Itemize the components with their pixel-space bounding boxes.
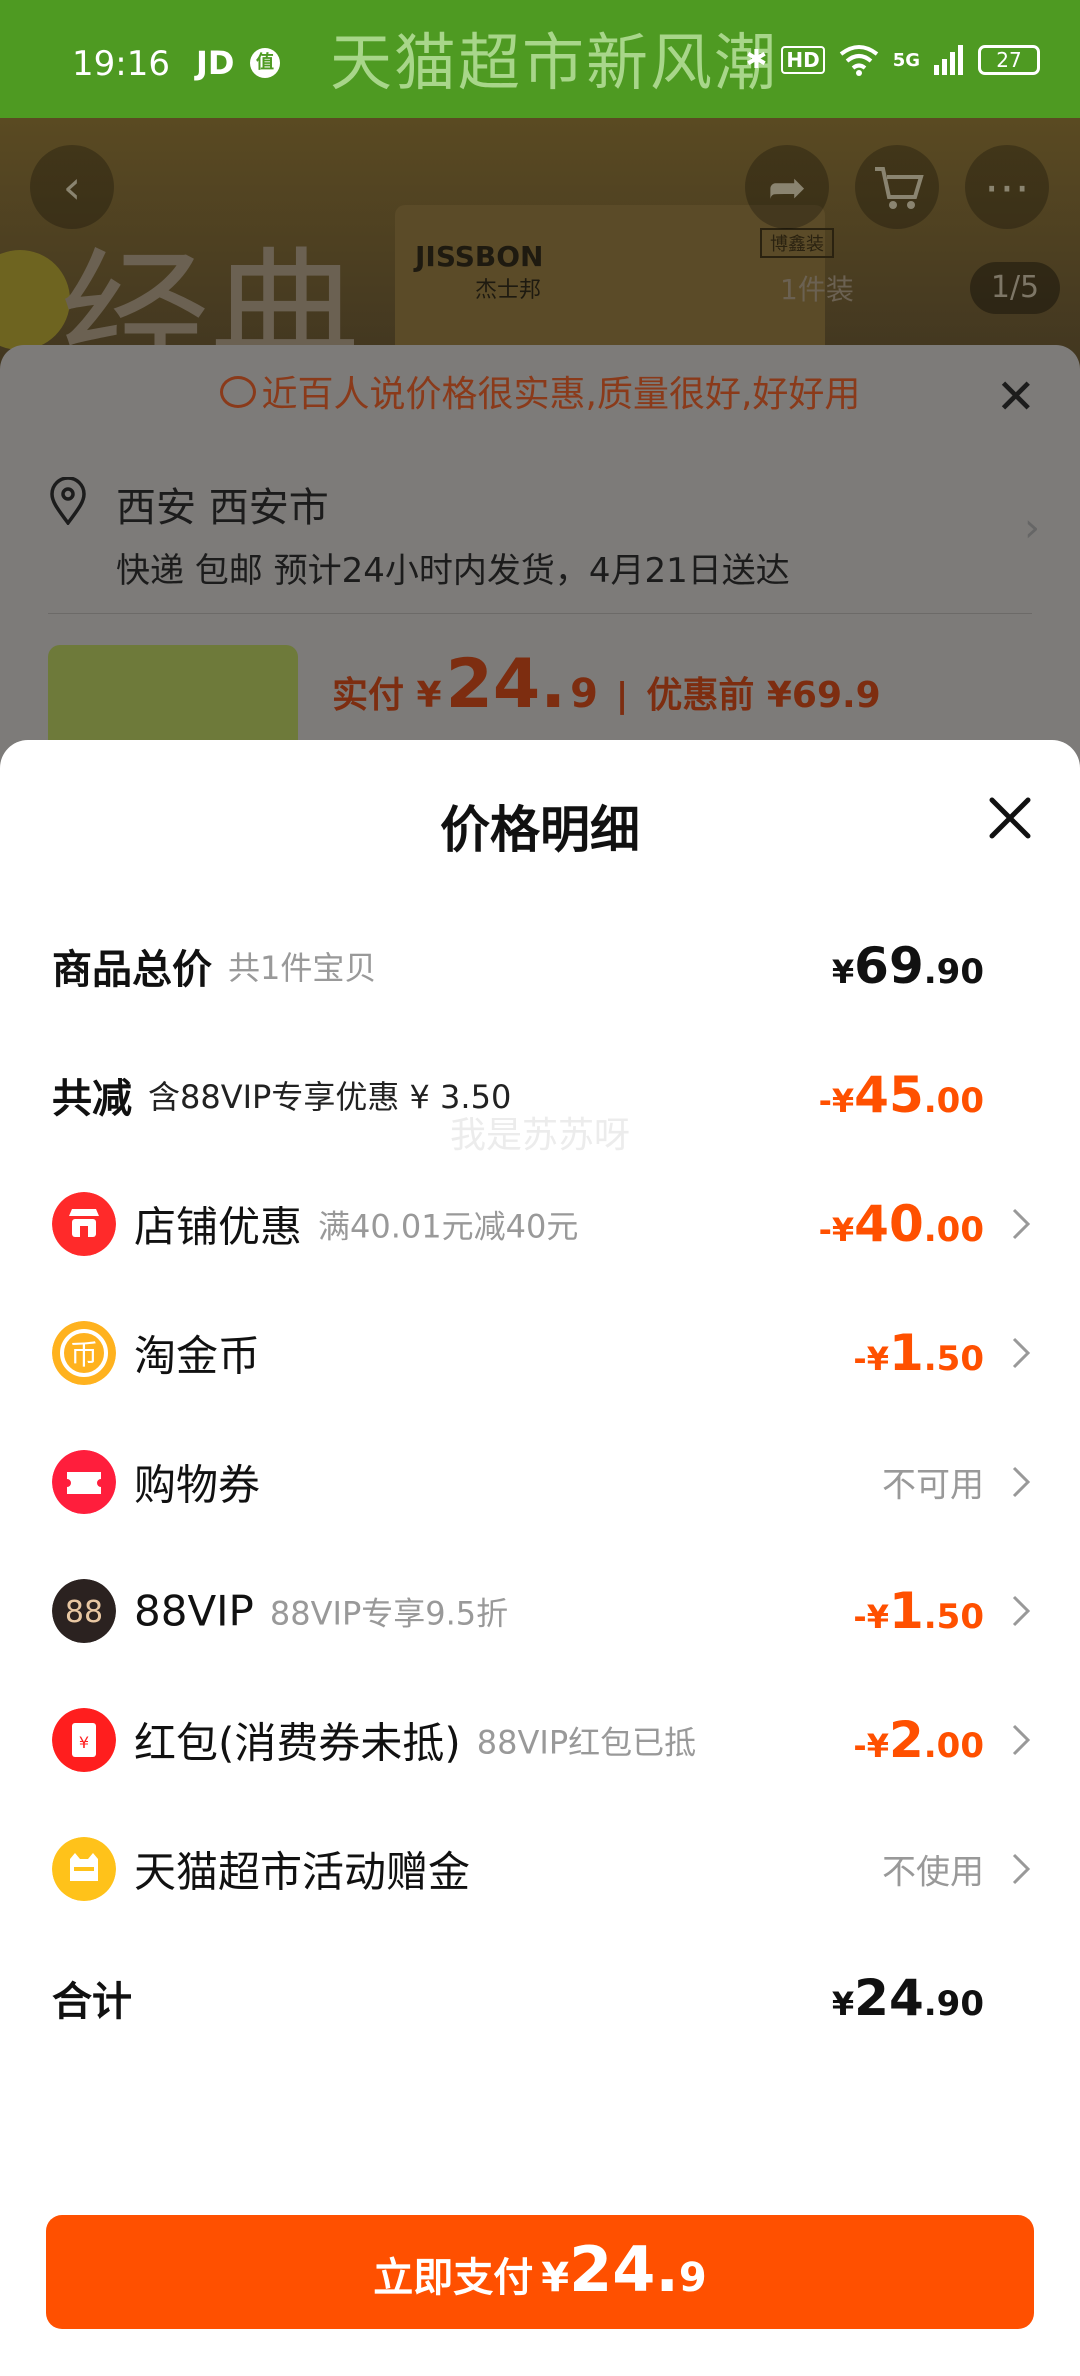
pay-label: 实付 ¥ [332,675,442,716]
cart-icon[interactable] [855,145,939,229]
divider [48,613,1032,614]
pack-badge: 博鑫装 [760,228,834,258]
signal-bars-icon [934,45,963,75]
pay-summary: 实付 ¥ 24. 9 | 优惠前 ¥69.9 [332,645,881,724]
status-time: 19:16 [72,44,170,84]
more-icon[interactable]: ⋯ [965,145,1049,229]
notice-text: 近百人说价格很实惠,质量很好,好好用 [261,374,861,415]
reduction-label: 共减 [52,1076,132,1122]
vip-row[interactable]: 88 88VIP 88VIP专享9.5折 -¥ 1.50 [0,1561,1080,1661]
pay-button-decimal: 9 [678,2255,707,2301]
coin-glyph: 币 [70,1338,98,1371]
hd-icon: HD [781,46,825,74]
tmall-bonus-status: 不使用 [882,1852,984,1893]
bluetooth-icon: ✱ [745,45,768,75]
store-discount-label: 店铺优惠 [134,1202,303,1252]
jd-notification-icon: JD [196,44,235,82]
sum-row: 合计 ¥24.90 [0,1948,1080,2048]
review-notice: 近百人说价格很实惠,质量很好,好好用 [0,345,1080,445]
vip-icon: 88 [52,1579,116,1643]
sheet-close-button[interactable]: ✕ [996,369,1036,425]
brand-logo: JISSBON [415,240,544,273]
item-count: 共1件宝贝 [228,949,377,987]
battery-icon: 27 [978,45,1040,75]
brand-name: 杰士邦 [475,278,542,303]
back-icon[interactable]: ‹ [30,145,114,229]
total-price-row: 商品总价 共1件宝贝 ¥69.90 [0,916,1080,1016]
shopping-voucher-label: 购物券 [134,1460,261,1510]
status-indicators: ✱ HD 5G 27 [746,44,1040,76]
pay-button-currency: ¥ [541,2255,570,2301]
wifi-icon [839,45,878,76]
reduction-row: 共减 含88VIP专享优惠 ¥ 3.50 -¥ 45.00 [0,1045,1080,1145]
close-icon[interactable] [984,792,1036,844]
chevron-right-icon [1012,1466,1031,1498]
vip-label: 88VIP [134,1586,254,1636]
before-discount-price: 优惠前 ¥69.9 [646,675,881,716]
tmall-bonus-row[interactable]: 天猫超市活动赠金 不使用 [0,1819,1080,1919]
chevron-right-icon [1012,1208,1031,1240]
sum-amount: ¥24.90 [831,1969,984,2027]
signal-5g-icon: 5G [892,49,920,71]
pay-now-button[interactable]: 立即支付 ¥ 24. 9 [46,2215,1034,2329]
voucher-icon [52,1450,116,1514]
location-chevron-icon[interactable]: › [1024,505,1040,551]
red-packet-icon: ¥ [52,1708,116,1772]
store-discount-amount: -¥ 40.00 [818,1195,984,1253]
shipping-info: 快递 包邮 预计24小时内发货，4月21日送达 [116,551,790,591]
vip-discount-note: 含88VIP专享优惠 ¥ 3.50 [148,1078,512,1116]
price-detail-modal: 价格明细 我是苏苏呀 商品总价 共1件宝贝 ¥69.90 共减 含88VIP专享… [0,740,1080,2376]
chevron-right-icon [1012,1595,1031,1627]
vip-amount: -¥ 1.50 [853,1582,984,1640]
pack-label: 1件装 [780,273,854,306]
share-icon[interactable]: ➦ [745,145,829,229]
tmall-bonus-label: 天猫超市活动赠金 [134,1847,471,1897]
chevron-right-icon [1012,1853,1031,1885]
store-discount-row[interactable]: 店铺优惠 满40.01元减40元 -¥ 40.00 [0,1174,1080,1274]
red-packet-note: 88VIP红包已抵 [476,1723,697,1761]
reduction-amount: -¥ 45.00 [818,1066,984,1124]
chevron-right-icon [1012,1337,1031,1369]
red-packet-amount: -¥ 2.00 [853,1711,984,1769]
location-pin-icon [50,477,86,525]
bonus-cat-icon [52,1837,116,1901]
image-pager: 1/5 [970,262,1060,314]
store-discount-rule: 满40.01元减40元 [318,1207,579,1245]
total-price-amount: ¥69.90 [831,937,984,995]
pay-button-amount: 24. [569,2233,679,2306]
pay-button-label: 立即支付 [373,2255,534,2301]
shopping-voucher-status: 不可用 [882,1465,984,1506]
pay-amount: 24. [445,645,567,724]
red-packet-row[interactable]: ¥ 红包(消费券未抵) 88VIP红包已抵 -¥ 2.00 [0,1690,1080,1790]
red-packet-glyph: ¥ [79,1733,89,1752]
vip-glyph: 88 [65,1595,103,1630]
taojinbi-amount: -¥ 1.50 [853,1324,984,1382]
status-bar: 19:16 JD 值 ✱ HD 5G 27 [0,0,1080,118]
price-separator: | [615,676,629,716]
sum-label: 合计 [52,1979,132,2025]
total-price-label: 商品总价 [52,947,212,993]
chevron-right-icon [1012,1724,1031,1756]
location-city[interactable]: 西安 西安市 [116,475,329,533]
red-packet-label: 红包(消费券未抵) [134,1718,461,1768]
modal-title: 价格明细 [440,801,640,859]
coin-icon: 币 [52,1321,116,1385]
chat-icon [219,376,256,408]
zhi-notification-icon: 值 [250,48,280,78]
shopping-voucher-row[interactable]: 购物券 不可用 [0,1432,1080,1532]
pay-amount-decimal: 9 [570,671,598,717]
vip-discount-rule: 88VIP专享9.5折 [269,1594,509,1632]
taojinbi-row[interactable]: 币 淘金币 -¥ 1.50 [0,1303,1080,1403]
taojinbi-label: 淘金币 [134,1331,261,1381]
store-icon [52,1192,116,1256]
